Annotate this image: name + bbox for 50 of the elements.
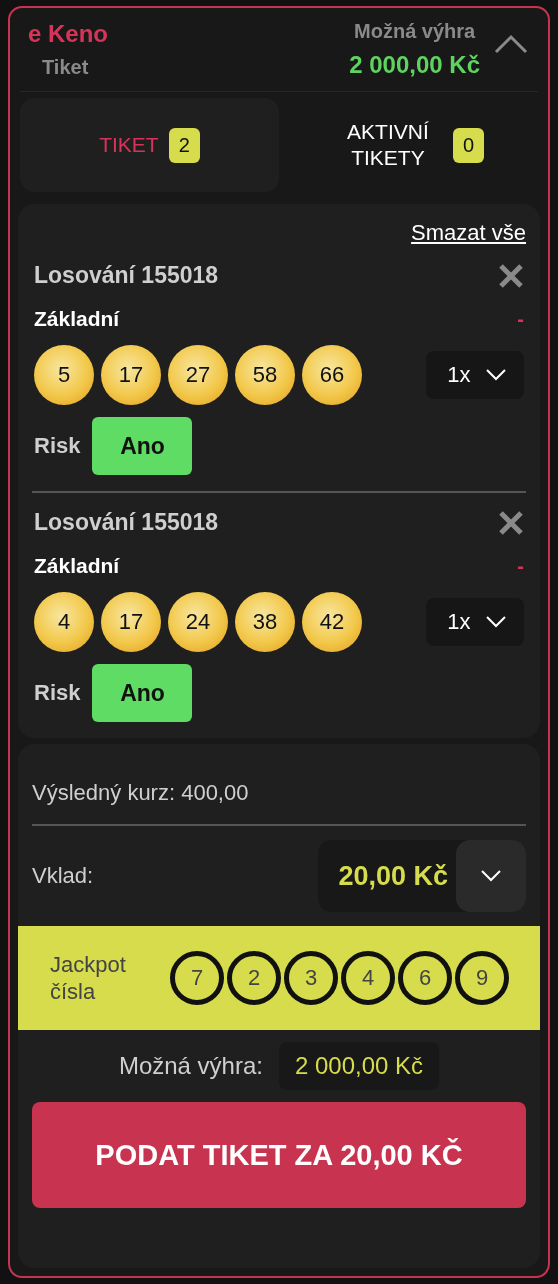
possible-win-label: Možná výhra: — [118, 1052, 263, 1080]
close-icon[interactable] — [498, 262, 524, 289]
chevron-up-icon[interactable] — [494, 34, 528, 54]
possible-win-label: Možná výhra — [354, 20, 476, 43]
risk-label: Risk — [34, 680, 81, 706]
risk-toggle[interactable]: Ano — [92, 664, 193, 722]
risk-label: Risk — [34, 433, 81, 459]
multiplier-dropdown[interactable]: 1x — [426, 351, 524, 399]
jackpot-number: 7 — [170, 951, 224, 1005]
count-badge: 0 — [452, 127, 485, 163]
number-ball: 4 — [34, 592, 94, 652]
number-ball: 5 — [34, 345, 94, 405]
tab[interactable]: AKTIVNÍ TIKETY 0 — [279, 98, 538, 192]
draw-title: Losování 155018 — [34, 262, 219, 289]
multiplier-dropdown[interactable]: 1x — [426, 598, 524, 646]
submit-ticket-button[interactable]: PODAT TIKET ZA 20,00 KČ — [32, 1102, 526, 1208]
chevron-down-icon — [480, 869, 502, 883]
jackpot-number: 6 — [398, 951, 452, 1005]
stake-field[interactable]: 20,00 Kč — [318, 840, 526, 912]
number-ball: 42 — [302, 592, 362, 652]
count-badge: 2 — [168, 127, 200, 163]
number-ball: 38 — [235, 592, 295, 652]
panel-subtitle: Tiket — [42, 56, 89, 79]
number-ball: 66 — [302, 345, 362, 405]
jackpot-label: Jackpot čísla — [50, 950, 127, 1006]
close-icon[interactable] — [498, 509, 524, 536]
chevron-down-icon — [484, 615, 507, 629]
total-odds: Výsledný kurz: 400,00 — [32, 744, 526, 826]
number-ball: 17 — [101, 592, 161, 652]
number-ball: 27 — [168, 345, 228, 405]
possible-win-value: 2 000,00 Kč — [278, 1042, 440, 1090]
stake-label: Vklad: — [32, 863, 94, 889]
bet-odds: - — [517, 554, 524, 578]
number-ball: 24 — [168, 592, 228, 652]
risk-toggle[interactable]: Ano — [92, 417, 193, 475]
tab[interactable]: TIKET 2 — [20, 98, 279, 192]
chevron-down-icon — [484, 368, 507, 382]
possible-win-amount: 2 000,00 Kč — [349, 51, 480, 79]
number-ball: 17 — [101, 345, 161, 405]
jackpot-number: 4 — [341, 951, 395, 1005]
jackpot-number: 2 — [227, 951, 281, 1005]
draw-title: Losování 155018 — [34, 509, 219, 536]
brand-title: e Keno — [28, 20, 108, 48]
bet-type: Základní — [34, 307, 120, 331]
jackpot-number: 3 — [284, 951, 338, 1005]
jackpot-number: 9 — [455, 951, 509, 1005]
number-ball: 58 — [235, 345, 295, 405]
bet-odds: - — [517, 307, 524, 331]
clear-all-link[interactable]: Smazat vše — [411, 220, 526, 246]
bet-type: Základní — [34, 554, 120, 578]
